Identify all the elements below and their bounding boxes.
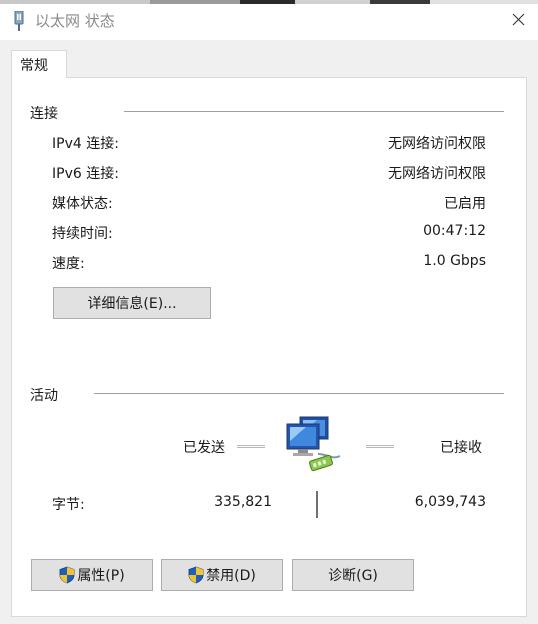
background-window-strip (0, 0, 538, 4)
diagnose-button[interactable]: 诊断(G) (292, 559, 414, 591)
uac-shield-icon (59, 566, 75, 584)
received-label: 已接收 (440, 440, 482, 456)
tab-panel-general (11, 77, 527, 617)
tab-general[interactable]: 常规 (11, 50, 67, 78)
details-button-label: 详细信息(E)... (87, 296, 177, 312)
ipv6-connectivity-label: IPv6 连接: (52, 166, 119, 182)
connection-section-divider (124, 111, 504, 112)
tab-general-label: 常规 (20, 58, 48, 74)
properties-button[interactable]: 属性(P) (31, 559, 153, 591)
activity-section-title: 活动 (30, 388, 58, 404)
properties-button-label: 属性(P) (77, 568, 125, 584)
duration-value: 00:47:12 (423, 223, 486, 239)
bytes-received-value: 6,039,743 (414, 494, 486, 510)
ipv4-connectivity-label: IPv4 连接: (52, 136, 119, 152)
disable-button[interactable]: 禁用(D) (161, 559, 283, 591)
network-adapter-icon (14, 11, 24, 31)
sent-label: 已发送 (183, 440, 225, 456)
ipv6-connectivity-value: 无网络访问权限 (388, 166, 486, 182)
window-title: 以太网 状态 (35, 12, 115, 30)
diagnose-button-label: 诊断(G) (328, 568, 378, 584)
activity-section-divider (94, 393, 504, 394)
speed-value: 1.0 Gbps (423, 253, 486, 269)
received-line (366, 445, 394, 448)
details-button[interactable]: 详细信息(E)... (53, 287, 211, 319)
bytes-separator (316, 491, 318, 518)
duration-label: 持续时间: (52, 226, 113, 242)
bytes-label: 字节: (52, 497, 85, 513)
bytes-sent-value: 335,821 (214, 494, 272, 510)
media-state-value: 已启用 (444, 196, 486, 212)
uac-shield-icon (188, 566, 204, 584)
connection-section-title: 连接 (30, 106, 58, 122)
title-bar[interactable]: 以太网 状态 (0, 0, 538, 40)
ipv4-connectivity-value: 无网络访问权限 (388, 136, 486, 152)
network-computers-icon (286, 416, 341, 472)
close-icon (512, 13, 524, 26)
disable-button-label: 禁用(D) (206, 568, 256, 584)
sent-line (237, 445, 265, 448)
speed-label: 速度: (52, 256, 85, 272)
media-state-label: 媒体状态: (52, 196, 113, 212)
close-button[interactable] (504, 6, 532, 34)
